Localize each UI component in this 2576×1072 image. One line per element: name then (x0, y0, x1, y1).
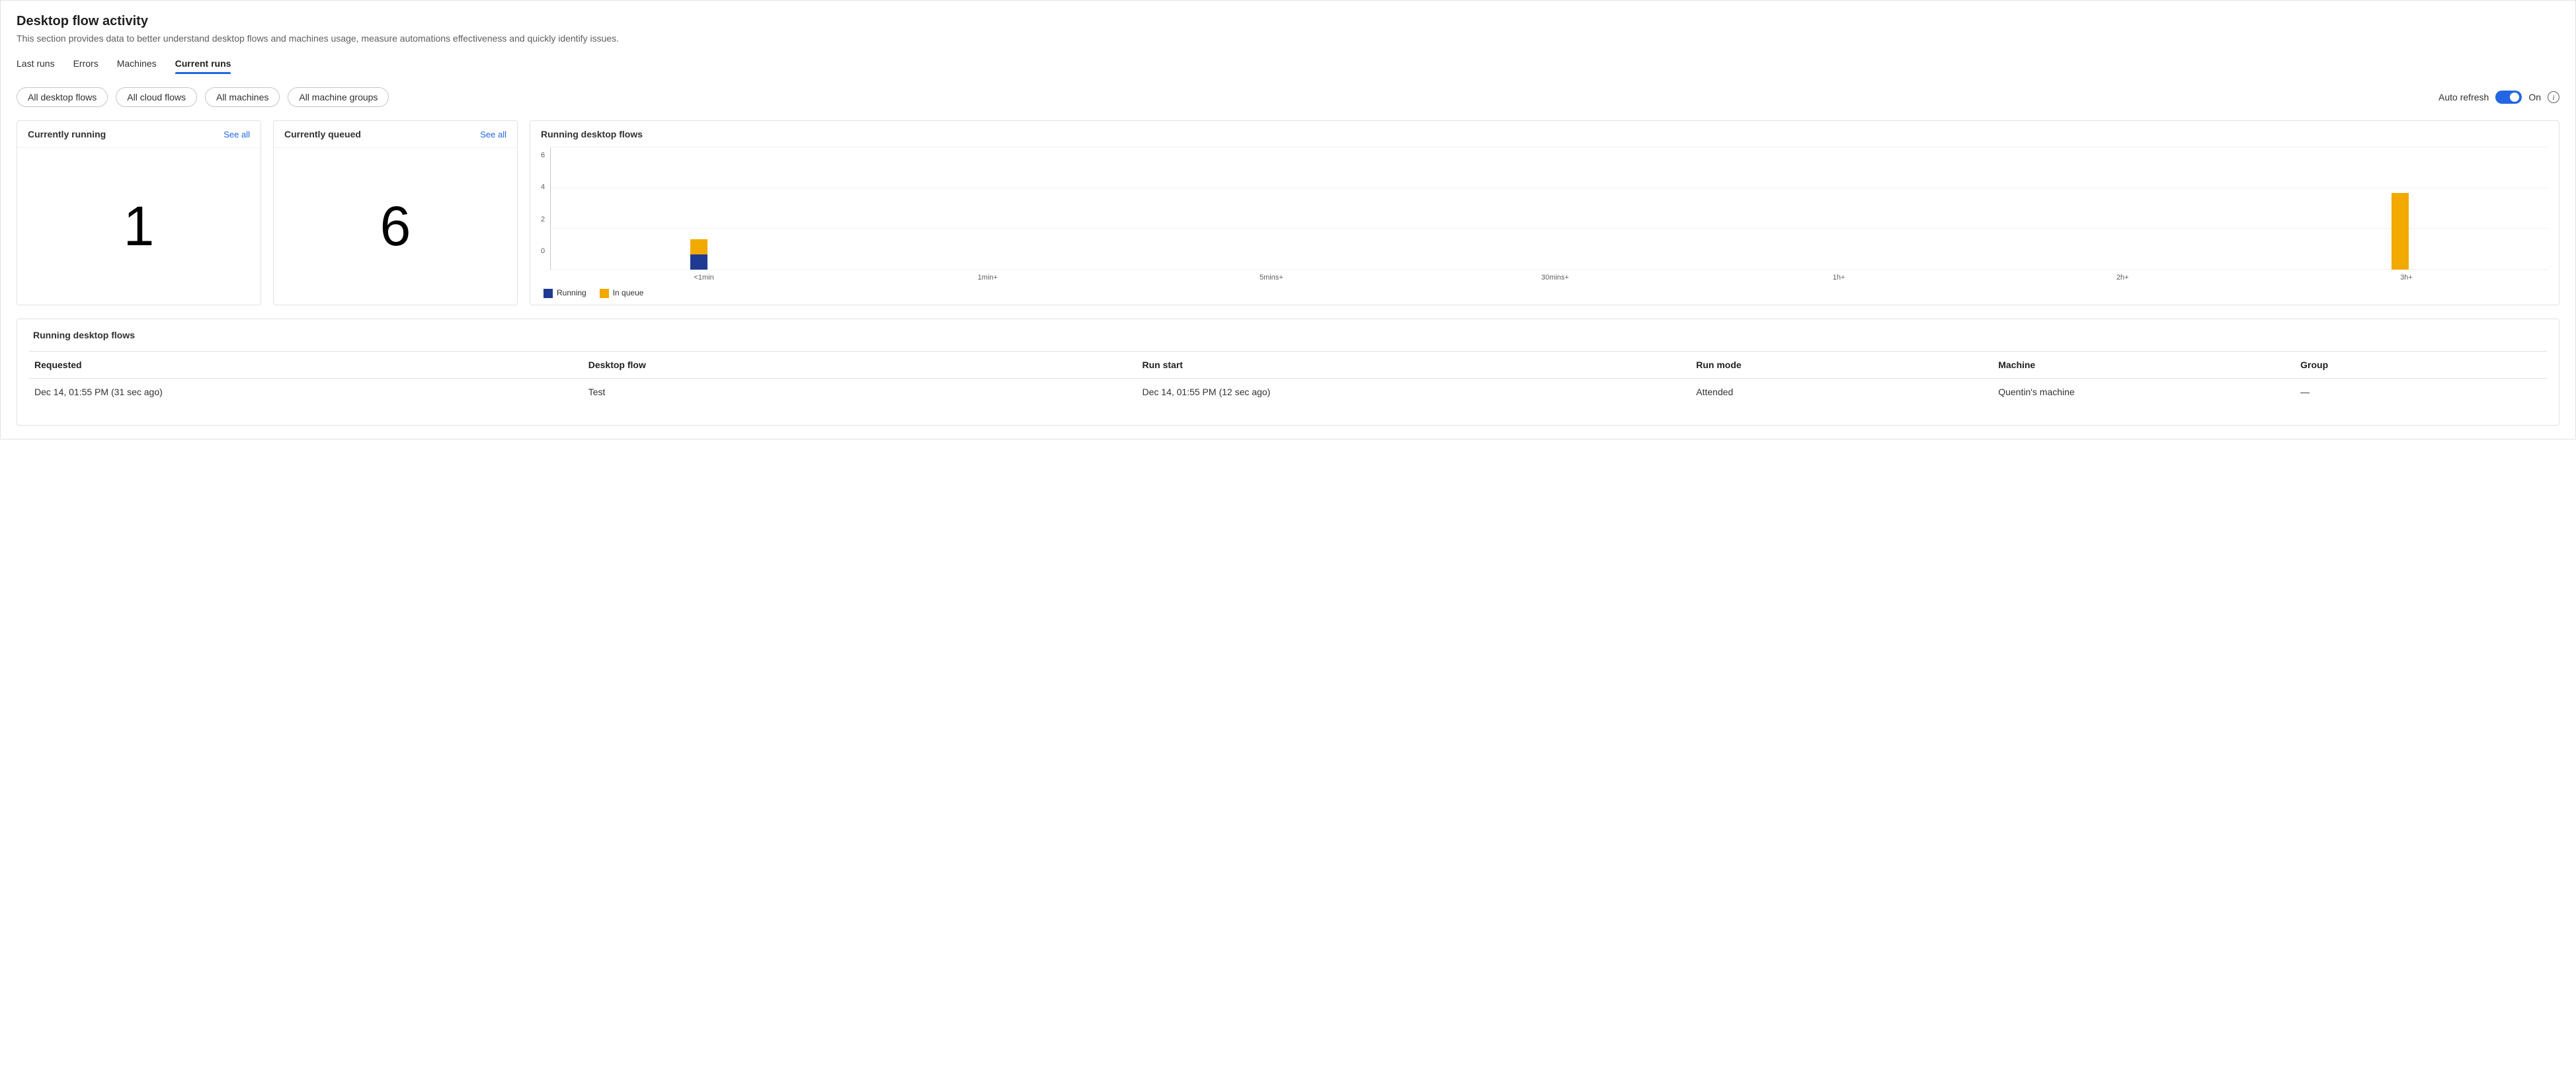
col-group[interactable]: Group (2295, 352, 2547, 379)
auto-refresh: Auto refresh On i (2438, 91, 2559, 104)
chart-x-tick: 3h+ (2265, 270, 2548, 282)
chart-x-tick: 2h+ (1981, 270, 2265, 282)
chart-seg-running (690, 254, 707, 270)
tab-errors[interactable]: Errors (73, 58, 99, 74)
chart-seg-queue (2392, 193, 2409, 270)
chart-x-tick: 1h+ (1697, 270, 1981, 282)
col-requested[interactable]: Requested (29, 352, 583, 379)
chart-bar-slot (841, 147, 1125, 270)
chart-title: Running desktop flows (541, 129, 643, 139)
chart-y-tick: 0 (541, 247, 545, 255)
cell-flow: Test (583, 379, 1137, 406)
chart-bar-slot (1408, 147, 1691, 270)
tab-machines[interactable]: Machines (117, 58, 157, 74)
card-currently-running: Currently running See all 1 (17, 120, 261, 305)
col-run-mode[interactable]: Run mode (1691, 352, 1993, 379)
page-subtitle: This section provides data to better und… (17, 33, 2559, 44)
chart-plot (550, 147, 2548, 270)
table-header-row: Requested Desktop flow Run start Run mod… (29, 352, 2547, 379)
chart-bar-slot (2258, 147, 2542, 270)
info-icon[interactable]: i (2548, 91, 2559, 103)
cell-mode: Attended (1691, 379, 1993, 406)
cell-machine: Quentin's machine (1993, 379, 2295, 406)
tabs: Last runs Errors Machines Current runs (17, 58, 2559, 74)
filter-machine-groups[interactable]: All machine groups (288, 87, 389, 107)
card-running-see-all[interactable]: See all (223, 130, 250, 139)
card-queued-value: 6 (274, 148, 517, 305)
cell-group: — (2295, 379, 2547, 406)
col-machine[interactable]: Machine (1993, 352, 2295, 379)
chart-y-axis: 6 4 2 0 (541, 147, 550, 270)
table-running-flows: Running desktop flows Requested Desktop … (17, 319, 2559, 426)
legend-swatch-queue (600, 289, 609, 298)
auto-refresh-toggle[interactable] (2495, 91, 2522, 104)
card-queued-see-all[interactable]: See all (480, 130, 506, 139)
chart-y-tick: 6 (541, 151, 545, 159)
card-running-title: Currently running (28, 129, 106, 139)
chart-bar-slot (557, 147, 841, 270)
chart-x-tick: 30mins+ (1413, 270, 1697, 282)
legend-label-running: Running (557, 288, 586, 297)
table-row[interactable]: Dec 14, 01:55 PM (31 sec ago)TestDec 14,… (29, 379, 2547, 406)
col-desktop-flow[interactable]: Desktop flow (583, 352, 1137, 379)
card-running-value: 1 (17, 148, 261, 305)
filter-desktop-flows[interactable]: All desktop flows (17, 87, 108, 107)
legend-label-queue: In queue (613, 288, 644, 297)
chart-bar-slot (1125, 147, 1408, 270)
legend-swatch-running (543, 289, 553, 298)
filter-cloud-flows[interactable]: All cloud flows (116, 87, 197, 107)
cell-start: Dec 14, 01:55 PM (12 sec ago) (1137, 379, 1691, 406)
filter-machines[interactable]: All machines (205, 87, 280, 107)
chart-x-tick: <1min (562, 270, 846, 282)
chart-y-tick: 2 (541, 215, 545, 223)
tab-current-runs[interactable]: Current runs (175, 58, 231, 74)
chart-bar-slot (1691, 147, 1975, 270)
chart-seg-queue (690, 239, 707, 254)
chart-legend: Running In queue (541, 282, 2548, 298)
col-run-start[interactable]: Run start (1137, 352, 1691, 379)
page-title: Desktop flow activity (17, 14, 2559, 29)
chart-x-axis: <1min1min+5mins+30mins+1h+2h+3h+ (541, 270, 2548, 282)
cell-requested: Dec 14, 01:55 PM (31 sec ago) (29, 379, 583, 406)
chart-x-tick: 1min+ (846, 270, 1129, 282)
tab-last-runs[interactable]: Last runs (17, 58, 55, 74)
table-title: Running desktop flows (29, 330, 2547, 340)
chart-y-tick: 4 (541, 183, 545, 191)
filter-pills: All desktop flows All cloud flows All ma… (17, 87, 389, 107)
auto-refresh-state: On (2528, 92, 2541, 102)
auto-refresh-label: Auto refresh (2438, 92, 2489, 102)
card-running-chart: Running desktop flows 6 4 2 0 <1min1min+5mi… (530, 120, 2559, 305)
card-queued-title: Currently queued (284, 129, 361, 139)
card-currently-queued: Currently queued See all 6 (273, 120, 518, 305)
chart-x-tick: 5mins+ (1129, 270, 1413, 282)
chart-bar-slot (1975, 147, 2259, 270)
